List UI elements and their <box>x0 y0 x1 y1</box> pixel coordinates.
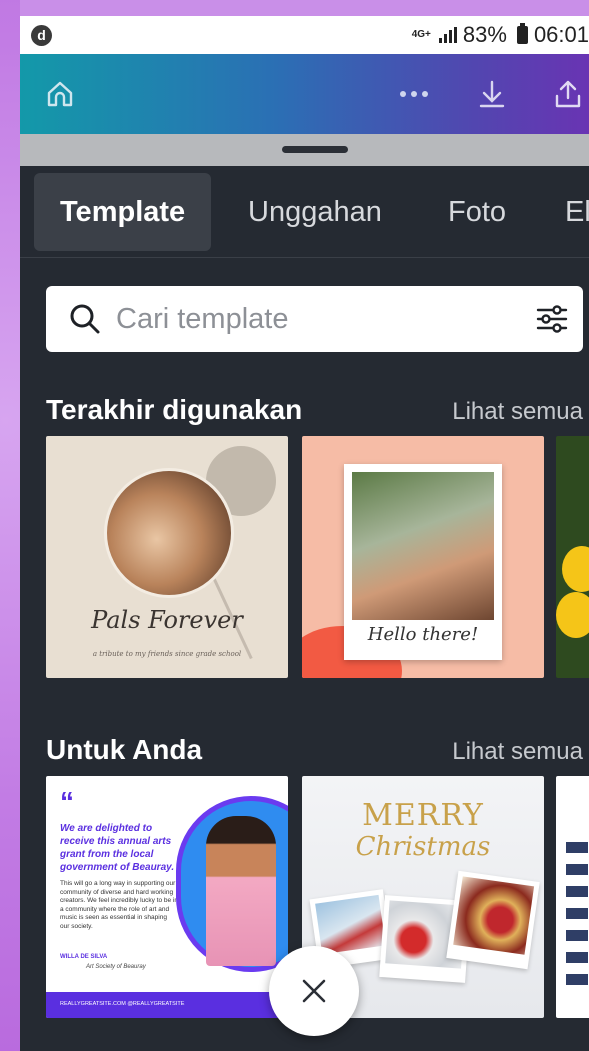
see-all-recent-link[interactable]: Lihat semua <box>452 398 583 426</box>
home-icon <box>47 81 73 107</box>
notification-app-icon: d <box>31 25 52 46</box>
download-button[interactable] <box>472 74 512 114</box>
template-headline: We are delighted to receive this annual … <box>60 823 175 873</box>
filter-icon[interactable] <box>535 302 569 336</box>
template-footer-text: REALLYGREATSITE.COM @REALLYGREATSITE <box>60 1001 185 1007</box>
template-body-text: This will go a long way in supporting ou… <box>60 880 179 930</box>
lemon-image <box>556 592 589 638</box>
clock: 06:01 <box>533 22 589 47</box>
tab-elemen[interactable]: Elemen <box>565 173 589 251</box>
background-left <box>0 0 20 1051</box>
close-icon <box>302 979 326 1003</box>
stripe-decoration <box>566 974 588 985</box>
snapshot-photo <box>446 870 540 970</box>
lemon-image <box>562 546 589 592</box>
home-button[interactable] <box>40 74 80 114</box>
panel-tabs: Template Unggahan Foto Elemen <box>20 166 589 258</box>
stripe-decoration <box>566 908 588 919</box>
template-card-pals-forever[interactable]: Pals Forever a tribute to my friends sin… <box>46 436 288 678</box>
tab-template[interactable]: Template <box>34 173 212 251</box>
stripe-decoration <box>566 886 588 897</box>
template-photo <box>104 468 234 598</box>
polaroid-frame: Hello there! <box>344 464 502 660</box>
template-card-lemons[interactable] <box>556 436 589 678</box>
share-icon <box>555 80 581 108</box>
close-button[interactable] <box>269 946 359 1036</box>
stripe-decoration <box>566 952 588 963</box>
template-caption: a tribute to my friends since grade scho… <box>92 650 242 658</box>
portrait-photo <box>206 816 276 966</box>
template-card-arts-grant[interactable]: “ We are delighted to receive this annua… <box>46 776 288 1018</box>
template-script-text: Hello there! <box>367 624 479 645</box>
template-photo <box>352 472 494 620</box>
template-card-striped[interactable] <box>556 776 589 1018</box>
stripe-decoration <box>566 864 588 875</box>
more-button[interactable] <box>394 74 434 114</box>
sheet-drag-area[interactable] <box>20 134 589 166</box>
quote-mark: “ <box>60 786 74 817</box>
search-icon <box>70 304 100 334</box>
status-indicators: 4G+ 83% 06:01 <box>412 16 589 54</box>
see-all-for-you-link[interactable]: Lihat semua <box>452 738 583 766</box>
search-input[interactable] <box>116 296 516 342</box>
section-title-recent: Terakhir digunakan <box>46 394 303 425</box>
signal-icon <box>438 27 457 43</box>
stripe-decoration <box>566 930 588 941</box>
template-author: WILLA DE SILVA <box>60 954 108 960</box>
tab-foto[interactable]: Foto <box>448 173 506 251</box>
network-type: 4G+ <box>411 29 431 40</box>
template-card-hello-there[interactable]: Hello there! <box>302 436 544 678</box>
template-author-role: Art Society of Beauray <box>86 964 146 970</box>
phone-screen: d 4G+ 83% 06:01 Template Unggahan Foto E… <box>20 16 589 1051</box>
status-bar: d 4G+ 83% 06:01 <box>20 16 589 54</box>
battery-percent: 83% <box>462 22 507 47</box>
sheet-drag-handle[interactable] <box>282 146 348 153</box>
template-script-text: Pals Forever <box>91 606 243 634</box>
template-footer: REALLYGREATSITE.COM @REALLYGREATSITE <box>46 992 288 1018</box>
download-icon <box>479 80 505 108</box>
section-title-for-you: Untuk Anda <box>46 734 203 765</box>
template-title: MERRY <box>362 798 484 833</box>
share-button[interactable] <box>548 74 588 114</box>
more-icon <box>400 91 428 97</box>
battery-icon <box>516 23 528 44</box>
stripe-decoration <box>566 842 588 853</box>
template-search-bar <box>46 286 583 352</box>
editor-toolbar <box>20 54 589 134</box>
tab-unggahan[interactable]: Unggahan <box>248 173 382 251</box>
background-top <box>0 0 589 16</box>
template-script-text: Christmas <box>355 832 491 862</box>
